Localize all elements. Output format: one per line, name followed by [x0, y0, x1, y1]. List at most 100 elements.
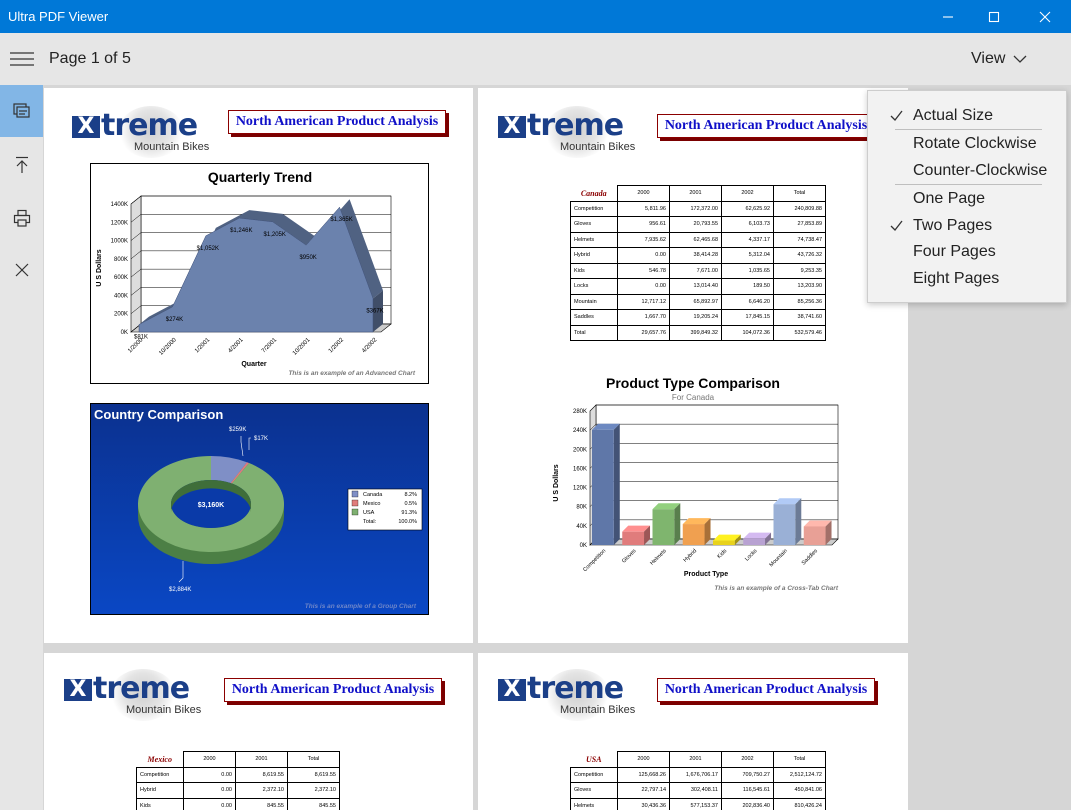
view-menu-item-eight-pages[interactable]: Eight Pages [868, 266, 1066, 292]
slice-label-usa: $2,884K [169, 587, 191, 593]
table-cell: 0.00 [183, 766, 236, 783]
view-menu-item-one-page[interactable]: One Page [868, 186, 1066, 212]
go-to-top-icon [15, 156, 28, 173]
table-cell: 85,256.36 [773, 293, 826, 310]
bar-side [674, 503, 681, 545]
table-corner-label: USA [585, 754, 602, 764]
table-cell: 2,512,124.72 [773, 766, 826, 783]
x-tick-label: 4/2002 [361, 337, 379, 355]
company-logo: X treme Mountain Bikes [498, 106, 658, 162]
view-menu-item-four-pages[interactable]: Four Pages [868, 239, 1066, 265]
legend-total-name: Total: [363, 519, 377, 525]
table-cell: 0.00 [183, 782, 236, 799]
maximize-button[interactable] [971, 0, 1017, 33]
go-to-top-button[interactable] [0, 139, 43, 191]
table-row: Hybrid 0.00 38,414.28 5,312.04 43,726.32 [570, 247, 826, 264]
chevron-down-icon [1013, 55, 1027, 63]
page-indicator: Page 1 of 5 [49, 50, 131, 67]
table-cell: 7,671.00 [669, 262, 722, 279]
table-cell: 189.50 [721, 278, 774, 295]
y-tick-label: 200K [573, 447, 587, 453]
row-label: Kids [136, 797, 184, 810]
view-menu-item-actual-size[interactable]: Actual Size [868, 103, 1066, 129]
report-banner: North American Product Analysis [657, 678, 875, 702]
chart-footnote: This is an example of a Cross-Tab Chart [714, 585, 838, 592]
row-label: Mountain [570, 293, 618, 310]
view-menu-item-counter-clockwise[interactable]: Counter-Clockwise [868, 158, 1066, 184]
row-label: Competition [136, 766, 184, 783]
print-icon [13, 209, 30, 227]
legend-name: Mexico [363, 501, 380, 507]
side-rail [0, 85, 43, 810]
column-header: 2002 [721, 185, 774, 202]
table-cell: 7,935.62 [617, 231, 670, 248]
print-button[interactable] [0, 192, 43, 244]
table-row: Competition 125,668.26 1,676,706.17 709,750… [570, 766, 826, 783]
y-tick-label: 280K [573, 409, 587, 415]
table-cell: 104,072.36 [721, 324, 774, 341]
usa-crosstab-table: USA 2000 2001 2002 Total Competition 125,668.2… [570, 751, 826, 810]
table-cell: 6,103.73 [721, 216, 774, 233]
thumbnails-button[interactable] [0, 85, 43, 137]
row-label: Helmets [570, 231, 618, 248]
table-cell: 13,203.90 [773, 278, 826, 295]
column-header: 2002 [721, 751, 774, 768]
table-row: Helmets 7,935.62 62,465.68 4,337.17 74,738.4… [570, 231, 826, 248]
data-label: $1,365K [330, 217, 352, 223]
hamburger-menu-button[interactable] [0, 33, 44, 85]
table-cell: 399,849.32 [669, 324, 722, 341]
country-comparison-chart: Country Comparison $3,160K $259K $17K $2,884… [90, 403, 429, 615]
close-document-button[interactable] [0, 244, 43, 296]
x-tick-label: Kids [716, 548, 728, 560]
row-label: Locks [570, 278, 618, 295]
table-cell: 709,750.27 [721, 766, 774, 783]
bar-side [613, 423, 620, 545]
pdf-page-4: X treme Mountain Bikes North American Pr… [478, 653, 908, 810]
logo-x-icon: X [498, 679, 526, 701]
view-menu-item-two-pages[interactable]: Two Pages [868, 213, 1066, 239]
table-cell: 2,372.10 [235, 782, 288, 799]
close-window-button[interactable] [1022, 0, 1068, 33]
menu-item-label: Actual Size [913, 107, 994, 124]
row-label: Competition [570, 200, 618, 217]
minimize-button[interactable] [925, 0, 971, 33]
menu-item-label: Four Pages [913, 243, 996, 260]
logo-subtitle: Mountain Bikes [134, 141, 210, 153]
x-tick-label: 7/2001 [261, 337, 279, 355]
legend-swatch [351, 490, 359, 498]
chart-title: Quarterly Trend [208, 169, 312, 185]
donut-chart-svg: Country Comparison $3,160K $259K $17K $2,884… [94, 407, 423, 610]
table-cell: 17,845.15 [721, 309, 774, 326]
company-logo: X treme Mountain Bikes [498, 669, 658, 725]
maximize-icon [988, 11, 1000, 22]
logo-word: treme [527, 108, 624, 143]
bar-chart-svg: Product Type Comparison For Canada 0K 40K 80… [553, 375, 839, 592]
title-bar: Ultra PDF Viewer [0, 0, 1071, 33]
x-tick-label: Competition [582, 548, 607, 573]
data-label: $1,052K [197, 246, 219, 252]
view-label: View [971, 50, 1006, 67]
legend-swatch [351, 499, 359, 507]
bar-gloves [622, 531, 645, 545]
table-row: Total 29,657.76 399,849.32 104,072.36 532,57… [570, 324, 826, 341]
x-tick-label: 1/2001 [194, 337, 212, 355]
close-icon [15, 263, 28, 277]
table-row: Saddles 1,667.70 19,205.24 17,845.15 38,741.… [570, 309, 826, 326]
logo-subtitle: Mountain Bikes [560, 704, 636, 716]
view-menu-item-rotate-clockwise[interactable]: Rotate Clockwise [868, 131, 1066, 157]
report-banner: North American Product Analysis [657, 114, 875, 138]
view-menu-button[interactable]: View [962, 41, 1040, 77]
checkmark-icon [890, 110, 903, 121]
table-cell: 8,619.55 [235, 766, 288, 783]
row-label: Helmets [570, 797, 618, 810]
command-bar: Page 1 of 5 View [0, 33, 1071, 85]
menu-item-label: One Page [913, 190, 986, 207]
x-axis-label: Product Type [684, 571, 728, 578]
table-cell: 116,545.61 [721, 782, 774, 799]
y-axis-label: U S Dollars [553, 464, 560, 501]
table-cell: 29,657.76 [617, 324, 670, 341]
legend-swatch [351, 508, 359, 516]
x-tick-label: 10/2000 [158, 337, 178, 357]
logo-word: treme [101, 108, 198, 143]
table-cell: 20,793.55 [669, 216, 722, 233]
